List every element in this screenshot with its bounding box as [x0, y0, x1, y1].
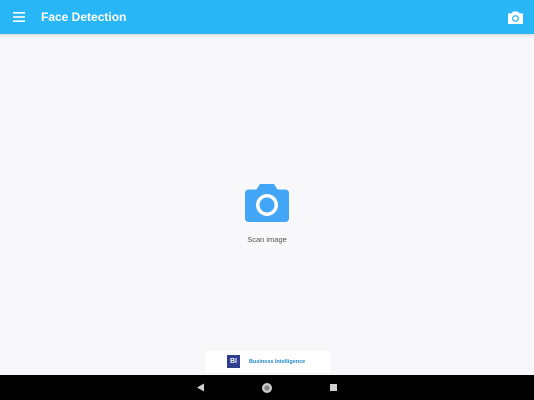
back-triangle-icon[interactable] — [194, 381, 207, 394]
ad-text: Business Intelligence — [249, 358, 306, 365]
recents-square-icon[interactable] — [327, 381, 340, 394]
hamburger-menu-icon[interactable] — [10, 8, 28, 26]
ad-banner[interactable]: BI Business Intelligence — [205, 351, 330, 372]
home-circle-icon[interactable] — [260, 381, 273, 394]
scan-image-label: Scan image — [247, 235, 287, 244]
page-title: Face Detection — [41, 10, 127, 24]
scan-image-button[interactable]: Scan image — [227, 178, 307, 250]
ad-logo: BI — [227, 355, 240, 368]
app-bar: Face Detection — [0, 0, 534, 34]
camera-icon[interactable] — [506, 8, 524, 26]
screen: Face Detection Scan image BI Business In… — [0, 0, 534, 400]
system-nav-bar — [0, 375, 534, 400]
camera-icon — [245, 184, 289, 222]
